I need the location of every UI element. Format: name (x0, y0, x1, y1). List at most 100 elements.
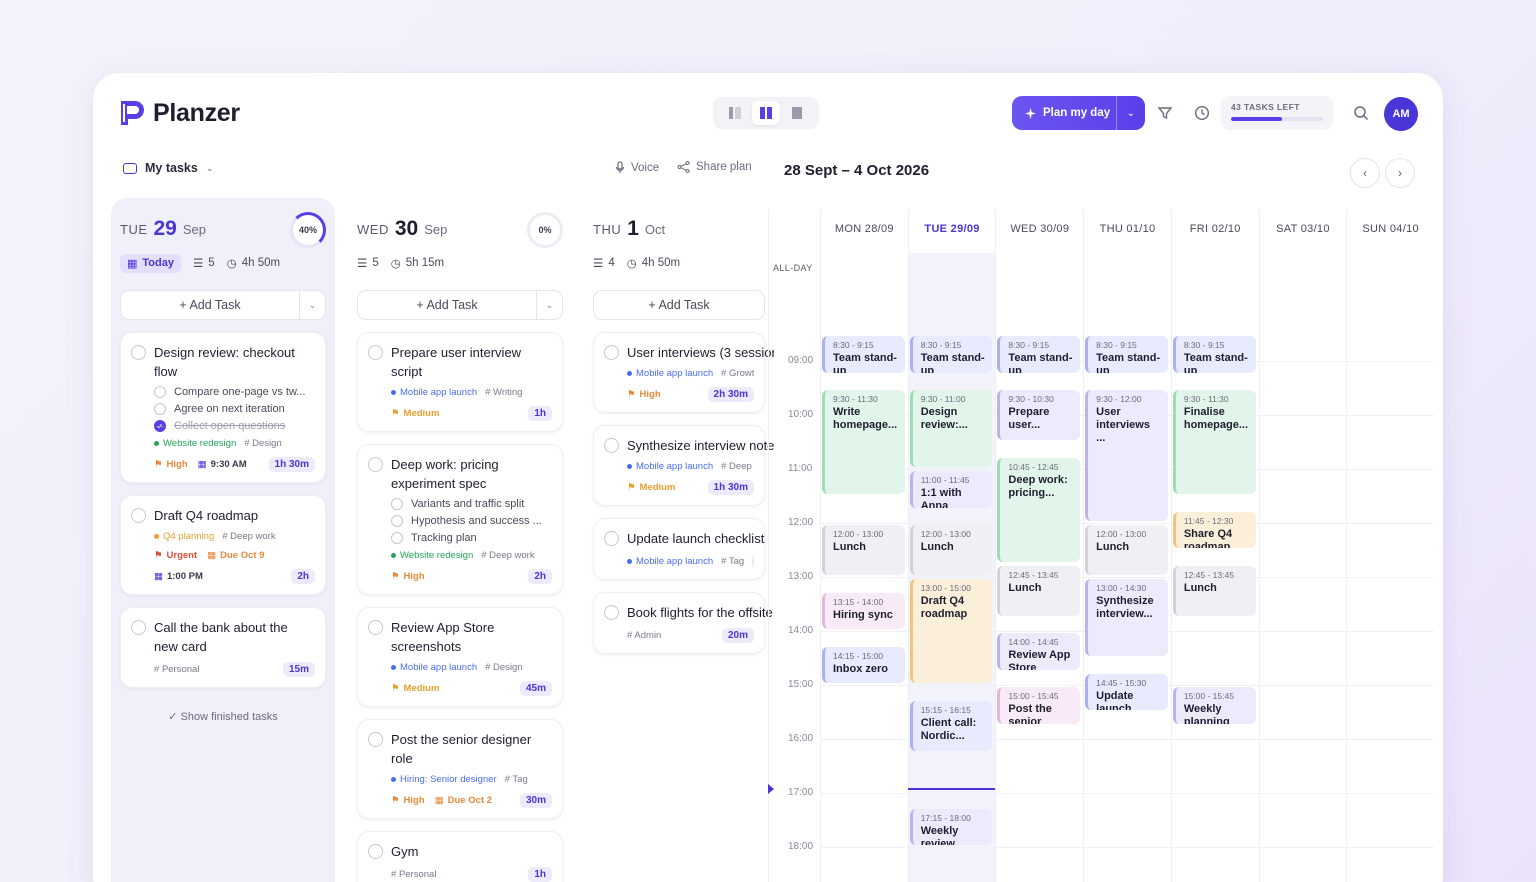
calendar-event[interactable]: 13:15 - 14:00 Hiring sync (822, 592, 905, 629)
clock-icon[interactable] (1192, 103, 1212, 123)
subtask-checkbox[interactable] (391, 532, 403, 544)
priority-badge[interactable]: ⚑ High (154, 459, 188, 470)
calendar-event[interactable]: 8:30 - 9:15 Team stand-up (1172, 336, 1256, 373)
search-icon[interactable] (1351, 103, 1371, 123)
app-logo[interactable]: Planzer (117, 97, 240, 129)
priority-badge[interactable]: ⚑ High (391, 571, 425, 582)
task-checkbox[interactable] (604, 605, 619, 620)
hashtag[interactable]: # Deep work (222, 531, 275, 542)
calendar-event[interactable]: 14:45 - 15:30 Update launch (1085, 673, 1168, 710)
subtask-checkbox[interactable] (391, 515, 403, 527)
calendar-event[interactable]: 8:30 - 9:15 Team stand-up (822, 336, 905, 373)
calendar-event[interactable]: 12:45 - 13:45 Lunch (1172, 565, 1256, 616)
task-card[interactable]: Book flights for the offsite # Admin 20m (593, 592, 773, 654)
calendar-event[interactable]: 9:30 - 12:00 User interviews ... (1085, 390, 1168, 521)
hashtag[interactable]: # Deep work (481, 550, 534, 561)
priority-badge[interactable]: ⚑ High (627, 389, 661, 400)
scheduled-time[interactable]: ▦ 9:30 AM (198, 459, 247, 470)
task-card[interactable]: Post the senior designer role Hiring: Sen… (357, 719, 563, 819)
task-card[interactable]: Gym # Personal 1h (357, 831, 563, 882)
task-card[interactable]: Update launch checklist Mobile app launch… (593, 518, 765, 580)
task-card[interactable]: Deep work: pricing experiment spec Varian… (357, 444, 563, 595)
task-checkbox[interactable] (368, 620, 383, 635)
hashtag[interactable]: # Personal (391, 869, 436, 880)
calendar-event[interactable]: 13:00 - 15:00 Draft Q4 roadmap (909, 579, 993, 683)
task-checkbox[interactable] (604, 531, 619, 546)
calendar-event[interactable]: 9:30 - 11:00 Design review:... (909, 390, 993, 467)
task-checkbox[interactable] (368, 732, 383, 747)
task-card[interactable]: Draft Q4 roadmap Q4 planning # Deep work ⚑ U… (120, 495, 326, 595)
hashtag[interactable]: # Admin (627, 630, 661, 641)
subtask[interactable]: Agree on next iteration (154, 403, 315, 415)
calendar-event[interactable]: 11:00 - 11:45 1:1 with Anna (909, 471, 993, 508)
project-tag[interactable]: Mobile app launch (627, 368, 713, 379)
hashtag[interactable]: # Tag (721, 556, 744, 567)
task-card[interactable]: Design review: checkout flow Compare one-… (120, 332, 326, 483)
calendar-day-header[interactable]: FRI 02/10 (1170, 209, 1259, 253)
task-checkbox[interactable] (131, 508, 146, 523)
subtask[interactable]: Variants and traffic split (391, 498, 552, 510)
chevron-down-icon[interactable]: ⌄ (1117, 108, 1145, 119)
filter-icon[interactable] (1155, 103, 1175, 123)
task-card[interactable]: User interviews (3 sessions) Mobile app l… (593, 332, 774, 413)
view-split-button[interactable] (751, 101, 780, 125)
project-tag[interactable]: Website redesign (154, 438, 236, 449)
calendar-day-header[interactable]: SAT 03/10 (1258, 209, 1347, 253)
add-task-main[interactable]: + Add Task (358, 298, 536, 312)
task-card[interactable]: Call the bank about the new card # Person… (120, 607, 326, 688)
project-tag[interactable]: Mobile app launch (391, 662, 477, 673)
hashtag[interactable]: # Deep work (721, 461, 754, 472)
voice-button[interactable]: Voice (615, 161, 659, 174)
subtask[interactable]: ✓ Collect open questions (154, 420, 315, 432)
calendar-event[interactable]: 12:00 - 13:00 Lunch (822, 525, 905, 575)
priority-badge[interactable]: ⚑ Medium (391, 408, 439, 419)
show-finished-tasks-button[interactable]: ✓ Show finished tasks (120, 710, 326, 723)
due-date[interactable]: ▦ Due Oct 2 (435, 795, 492, 806)
calendar-event[interactable]: 8:30 - 9:15 Team stand-up (1085, 336, 1168, 373)
subtask[interactable]: Tracking plan (391, 532, 552, 544)
calendar-event[interactable]: 10:45 - 12:45 Deep work: pricing... (997, 457, 1081, 562)
subtask-checkbox[interactable] (154, 386, 166, 398)
hashtag[interactable]: # Design (244, 438, 282, 449)
prev-week-button[interactable]: ‹ (1350, 158, 1380, 188)
task-checkbox[interactable] (604, 345, 619, 360)
calendar-event[interactable]: 12:00 - 13:00 Lunch (909, 525, 993, 575)
project-tag[interactable]: Mobile app launch (627, 556, 713, 567)
add-task-main[interactable]: + Add Task (121, 298, 299, 312)
chevron-down-icon[interactable]: ⌄ (536, 291, 562, 319)
add-task-button[interactable]: + Add Task (593, 290, 765, 320)
calendar-event[interactable]: 12:45 - 13:45 Lunch (997, 565, 1081, 616)
subtask[interactable]: Compare one-page vs tw... (154, 386, 315, 398)
priority-badge[interactable]: ⚑ Medium (391, 683, 439, 694)
calendar-event[interactable]: 17:15 - 18:00 Weekly review (909, 808, 993, 845)
plan-my-day-main[interactable]: Plan my day (1012, 107, 1116, 120)
plan-my-day-button[interactable]: Plan my day ⌄ (1012, 96, 1145, 130)
due-date[interactable]: ▦ Due Oct 9 (207, 550, 264, 561)
calendar-event[interactable]: 14:15 - 15:00 Inbox zero (822, 646, 905, 683)
calendar-event[interactable]: 15:00 - 15:45 Post the senior (997, 687, 1081, 724)
subtask-checkbox[interactable] (154, 403, 166, 415)
task-card[interactable]: Synthesize interview notes Mobile app lau… (593, 425, 774, 506)
chevron-down-icon[interactable]: ⌄ (299, 291, 325, 319)
subtask[interactable]: Hypothesis and success ... (391, 515, 552, 527)
calendar-event[interactable]: 8:30 - 9:15 Team stand-up (909, 336, 993, 373)
hashtag[interactable]: # Tag (505, 774, 528, 785)
project-tag[interactable]: Hiring: Senior designer (391, 774, 497, 785)
today-badge[interactable]: ▦ Today (120, 253, 181, 273)
project-tag[interactable]: Mobile app launch (627, 461, 713, 472)
calendar-day-header[interactable]: THU 01/10 (1083, 209, 1171, 253)
priority-badge[interactable]: ⚑ High (391, 795, 425, 806)
my-tasks-selector[interactable]: My tasks ⌄ (123, 161, 213, 175)
hashtag[interactable]: # Growth (721, 368, 754, 379)
scheduled-time[interactable]: ▦ 1:00 PM (154, 571, 203, 582)
calendar-event[interactable]: 13:00 - 14:30 Synthesize interview... (1085, 579, 1168, 656)
project-tag[interactable]: Website redesign (391, 550, 473, 561)
project-tag[interactable]: Mobile app launch (391, 387, 477, 398)
calendar-day-header[interactable]: TUE 29/09 (907, 209, 996, 253)
calendar-day-column[interactable] (1258, 253, 1347, 882)
add-task-main[interactable]: + Add Task (594, 298, 764, 312)
next-week-button[interactable]: › (1385, 158, 1415, 188)
hashtag[interactable]: # Design (485, 662, 523, 673)
calendar-event[interactable]: 15:00 - 15:45 Weekly planning (1172, 687, 1256, 724)
add-task-button[interactable]: + Add Task ⌄ (357, 290, 563, 320)
